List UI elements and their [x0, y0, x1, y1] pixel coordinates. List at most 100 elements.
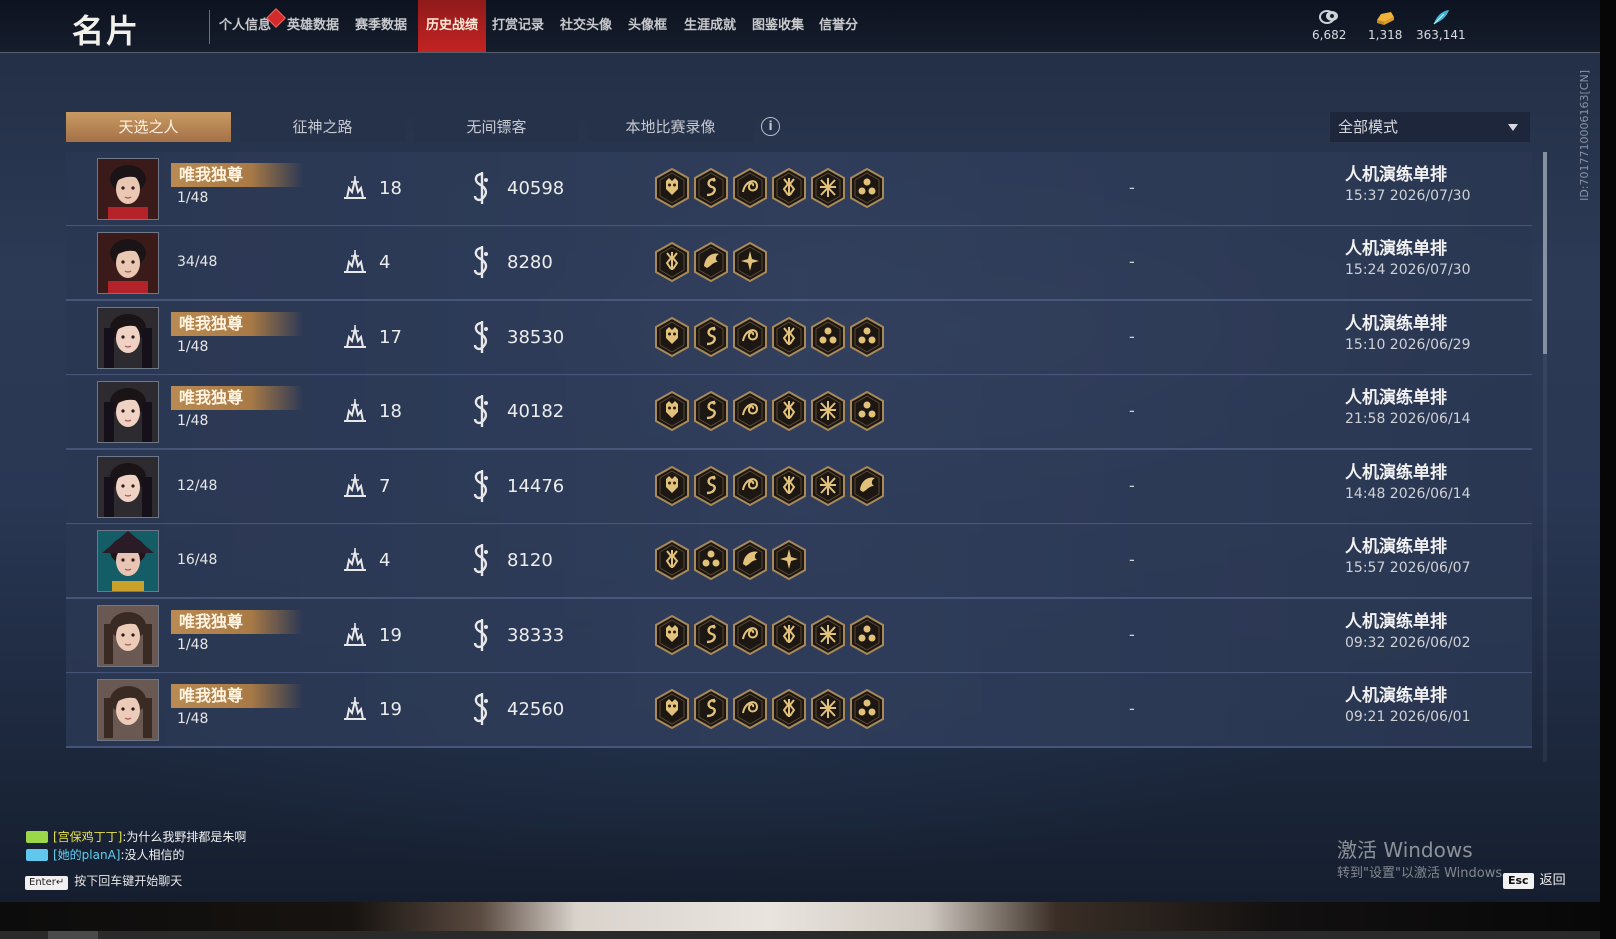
- tri-hex-icon[interactable]: [810, 316, 846, 358]
- enter-key-icon: Enter↵: [25, 876, 69, 890]
- chat-sender[interactable]: [她的planA]: [53, 848, 120, 862]
- tri-hex-icon[interactable]: [849, 316, 885, 358]
- flame-hex-icon[interactable]: [771, 390, 807, 432]
- swirl-hex-icon[interactable]: [732, 688, 768, 730]
- score-value: 40598: [507, 178, 565, 199]
- match-row[interactable]: 12/48 7 14476 - 人机演练单排 14:48 2026/06/14: [66, 450, 1532, 525]
- empty-field: -: [1129, 699, 1135, 718]
- window-edge: [1600, 0, 1616, 939]
- tab-nav-9[interactable]: 信誉分: [819, 0, 858, 52]
- tab-nav-6[interactable]: 头像框: [628, 0, 667, 52]
- chat-sender[interactable]: [宫保鸡丁丁]: [53, 830, 122, 844]
- champion-title-badge: 唯我独尊: [171, 684, 303, 708]
- dragon-hex-icon[interactable]: [693, 167, 729, 209]
- tab-nav-7[interactable]: 生涯成就: [684, 0, 736, 52]
- match-row[interactable]: 唯我独尊 1/48 19 42560 - 人机演练单排 09:21 2026/06/01: [66, 673, 1532, 748]
- kills-icon: [341, 248, 369, 276]
- swirl-hex-icon[interactable]: [732, 465, 768, 507]
- dragon-hex-icon[interactable]: [693, 390, 729, 432]
- hero-avatar: [97, 158, 159, 220]
- chat-line: [宫保鸡丁丁]:为什么我野排都是朱啊: [26, 828, 246, 845]
- phoenix-hex-icon[interactable]: [693, 241, 729, 283]
- cross-hex-icon[interactable]: [810, 167, 846, 209]
- swirl-hex-icon[interactable]: [732, 614, 768, 656]
- tri-hex-icon[interactable]: [849, 688, 885, 730]
- flame-hex-icon[interactable]: [771, 614, 807, 656]
- empty-field: -: [1129, 327, 1135, 346]
- swirl-hex-icon[interactable]: [732, 167, 768, 209]
- match-time: 09:21 2026/06/01: [1345, 709, 1471, 725]
- match-list: 唯我独尊 1/48 18 40598 - 人机演练单排 15:37 2026/07/30 34…: [66, 152, 1532, 764]
- tab-wujian[interactable]: 无间镖客: [414, 112, 579, 142]
- tab-nav-5[interactable]: 社交头像: [560, 0, 612, 52]
- placement-rank: 16/48: [177, 552, 218, 568]
- nav-label: 生涯成就: [684, 18, 737, 33]
- match-row[interactable]: 唯我独尊 1/48 17 38530 - 人机演练单排 15:10 2026/06/29: [66, 301, 1532, 376]
- tab-nav-8[interactable]: 图鉴收集: [752, 0, 804, 52]
- back-button[interactable]: Esc 返回: [1503, 869, 1566, 889]
- flame-hex-icon[interactable]: [771, 316, 807, 358]
- flame-hex-icon[interactable]: [771, 465, 807, 507]
- feather-icon: [1433, 10, 1449, 25]
- flame-hex-icon[interactable]: [771, 167, 807, 209]
- swirl-hex-icon[interactable]: [732, 390, 768, 432]
- scrollbar-thumb[interactable]: [1543, 152, 1547, 354]
- match-row[interactable]: 34/48 4 8280 - 人机演练单排 15:24 2026/07/30: [66, 226, 1532, 301]
- cross-hex-icon[interactable]: [810, 390, 846, 432]
- demon-hex-icon[interactable]: [654, 688, 690, 730]
- dragon-hex-icon[interactable]: [693, 614, 729, 656]
- match-row[interactable]: 唯我独尊 1/48 18 40598 - 人机演练单排 15:37 2026/07/30: [66, 152, 1532, 227]
- dragon-hex-icon[interactable]: [693, 688, 729, 730]
- match-mode: 人机演练单排: [1345, 612, 1447, 632]
- nav-label: 头像框: [628, 18, 668, 33]
- tab-nav-0[interactable]: 个人信息: [219, 0, 286, 52]
- demon-hex-icon[interactable]: [654, 614, 690, 656]
- cross-hex-icon[interactable]: [810, 688, 846, 730]
- flame-hex-icon[interactable]: [771, 688, 807, 730]
- match-time: 15:57 2026/06/07: [1345, 560, 1471, 576]
- demon-hex-icon[interactable]: [654, 316, 690, 358]
- tab-nav-4[interactable]: 打赏记录: [492, 0, 544, 52]
- match-row[interactable]: 唯我独尊 1/48 18 40182 - 人机演练单排 21:58 2026/06/14: [66, 375, 1532, 450]
- demon-hex-icon[interactable]: [654, 167, 690, 209]
- tab-local-replay[interactable]: 本地比赛录像: [588, 112, 753, 142]
- star-hex-icon[interactable]: [732, 241, 768, 283]
- swirl-hex-icon[interactable]: [732, 316, 768, 358]
- flame-hex-icon[interactable]: [654, 241, 690, 283]
- phoenix-hex-icon[interactable]: [732, 539, 768, 581]
- tab-nav-1[interactable]: 英雄数据: [287, 0, 339, 52]
- cross-hex-icon[interactable]: [810, 465, 846, 507]
- tri-hex-icon[interactable]: [849, 167, 885, 209]
- list-scrollbar[interactable]: [1543, 152, 1547, 762]
- info-icon[interactable]: i: [761, 117, 780, 136]
- phoenix-hex-icon[interactable]: [849, 465, 885, 507]
- tab-nav-2[interactable]: 赛季数据: [355, 0, 407, 52]
- match-mode: 人机演练单排: [1345, 165, 1447, 185]
- match-row[interactable]: 唯我独尊 1/48 19 38333 - 人机演练单排 09:32 2026/06/02: [66, 599, 1532, 674]
- tab-tianxuan[interactable]: 天选之人: [66, 112, 231, 142]
- dragon-hex-icon[interactable]: [693, 316, 729, 358]
- match-time: 15:10 2026/06/29: [1345, 337, 1471, 353]
- tab-nav-3[interactable]: 历史战绩: [418, 0, 487, 52]
- flame-hex-icon[interactable]: [654, 539, 690, 581]
- tri-hex-icon[interactable]: [693, 539, 729, 581]
- mode-select[interactable]: 全部模式: [1330, 112, 1530, 142]
- taskbar-item[interactable]: [48, 931, 98, 939]
- placement-rank: 1/48: [177, 190, 209, 206]
- star-hex-icon[interactable]: [771, 539, 807, 581]
- header-divider: [209, 10, 210, 44]
- demon-hex-icon[interactable]: [654, 465, 690, 507]
- placement-rank: 1/48: [177, 413, 209, 429]
- score-value: 40182: [507, 401, 565, 422]
- demon-hex-icon[interactable]: [654, 390, 690, 432]
- dragon-hex-icon[interactable]: [693, 465, 729, 507]
- tab-zhengshen[interactable]: 征神之路: [240, 112, 405, 142]
- kills-count: 4: [379, 252, 391, 273]
- tri-hex-icon[interactable]: [849, 390, 885, 432]
- match-row[interactable]: 16/48 4 8120 - 人机演练单排 15:57 2026/06/07: [66, 524, 1532, 599]
- cross-hex-icon[interactable]: [810, 614, 846, 656]
- placement-rank: 34/48: [177, 254, 218, 270]
- chat-enter-hint[interactable]: Enter↵ 按下回车键开始聊天: [25, 872, 182, 890]
- tri-hex-icon[interactable]: [849, 614, 885, 656]
- nav-label: 社交头像: [560, 18, 613, 33]
